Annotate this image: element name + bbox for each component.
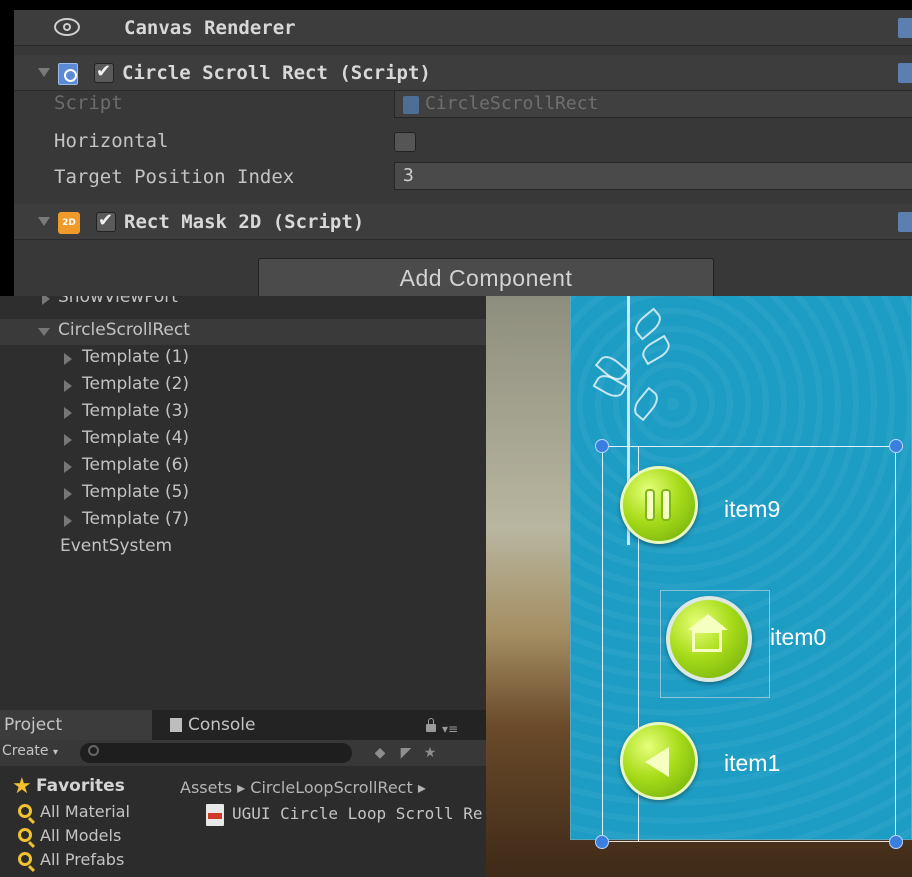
- rect-handle-top-right[interactable]: [889, 439, 903, 453]
- console-icon: [170, 718, 182, 732]
- canvas-renderer-header[interactable]: Canvas Renderer: [14, 10, 912, 46]
- leaf-decoration: [629, 386, 663, 422]
- tab-project[interactable]: Project: [0, 710, 152, 740]
- expand-arrow-icon[interactable]: [64, 488, 72, 500]
- help-icon[interactable]: [898, 63, 912, 83]
- favorites-tree: ★ Favorites All Material All Models All …: [0, 766, 170, 877]
- collapse-arrow-icon[interactable]: [38, 328, 50, 336]
- favorite-item-all-prefabs[interactable]: All Prefabs: [0, 850, 170, 872]
- filter-by-type-icon[interactable]: ◆: [372, 745, 388, 761]
- target-position-index-field[interactable]: 3: [394, 162, 912, 190]
- favorite-item-all-models[interactable]: All Models: [0, 826, 170, 848]
- hierarchy-item-eventsystem[interactable]: EventSystem: [0, 535, 486, 561]
- breadcrumb[interactable]: Assets ▸ CircleLoopScrollRect ▸: [180, 778, 426, 797]
- expand-arrow-icon[interactable]: [64, 407, 72, 419]
- search-input[interactable]: [80, 743, 352, 763]
- expand-arrow-icon[interactable]: [64, 461, 72, 473]
- expand-arrow-icon[interactable]: [64, 380, 72, 392]
- hierarchy-item[interactable]: Template (7): [0, 508, 486, 534]
- hierarchy-item[interactable]: Template (6): [0, 454, 486, 480]
- circle-scroll-rect-title: Circle Scroll Rect (Script): [122, 62, 431, 84]
- foldout-arrow-icon[interactable]: [38, 68, 50, 77]
- script-label: Script: [54, 92, 123, 114]
- hierarchy-item[interactable]: ShowViewPort: [0, 296, 486, 312]
- foldout-arrow-icon[interactable]: [38, 217, 50, 226]
- rect-mask-enabled-checkbox[interactable]: [96, 210, 116, 232]
- rect-handle-bottom-left[interactable]: [595, 835, 609, 849]
- script-field: CircleScrollRect: [394, 90, 912, 118]
- circle-scroll-rect-header[interactable]: Circle Scroll Rect (Script): [14, 55, 912, 91]
- script-file-icon: [403, 96, 419, 114]
- csharp-script-icon: [58, 63, 78, 85]
- project-tabs: Project Console ▾≡: [0, 710, 486, 740]
- help-icon[interactable]: [898, 18, 912, 38]
- script-value: CircleScrollRect: [425, 93, 599, 114]
- hierarchy-panel: ShowViewPort CircleScrollRect Template (…: [0, 296, 486, 710]
- filter-by-label-icon[interactable]: ◤: [398, 745, 414, 761]
- rect-handle-top-left[interactable]: [595, 439, 609, 453]
- lock-icon[interactable]: [426, 718, 436, 732]
- horizontal-label: Horizontal: [54, 130, 169, 152]
- inspector-panel: Canvas Renderer Circle Scroll Rect (Scri…: [14, 10, 912, 298]
- hierarchy-item[interactable]: Template (2): [0, 373, 486, 399]
- add-component-button[interactable]: Add Component: [258, 258, 714, 298]
- search-filter-icon: [18, 828, 32, 842]
- favorite-item-all-material[interactable]: All Material: [0, 802, 170, 824]
- item9-button[interactable]: [620, 466, 698, 544]
- expand-arrow-icon[interactable]: [42, 296, 50, 305]
- search-icon: [88, 745, 99, 756]
- project-panel: Project Console ▾≡ Create ▾ ◆ ◤ ★ ★ Favo…: [0, 710, 486, 877]
- help-icon[interactable]: [898, 212, 912, 232]
- search-filter-icon: [18, 804, 32, 818]
- rect-mask-header[interactable]: 2D Rect Mask 2D (Script): [14, 204, 912, 240]
- scene-view[interactable]: item9 item0 item1: [486, 296, 912, 877]
- circle-scroll-rect-enabled-checkbox[interactable]: [94, 61, 114, 83]
- tab-console[interactable]: Console: [154, 710, 314, 740]
- hierarchy-item[interactable]: Template (3): [0, 400, 486, 426]
- search-filter-icon: [18, 852, 32, 866]
- item9-label: item9: [724, 496, 781, 522]
- horizontal-checkbox[interactable]: [394, 132, 416, 152]
- hierarchy-item[interactable]: Template (4): [0, 427, 486, 453]
- favorites-title[interactable]: Favorites: [36, 776, 125, 796]
- canvas-renderer-title: Canvas Renderer: [124, 17, 296, 39]
- pdf-file-icon: [206, 804, 224, 826]
- rect-handle-bottom-right[interactable]: [889, 835, 903, 849]
- expand-arrow-icon[interactable]: [64, 353, 72, 365]
- chevron-down-icon: ▾: [52, 747, 59, 758]
- item1-button[interactable]: [620, 722, 698, 800]
- item1-label: item1: [724, 750, 781, 776]
- hierarchy-item-circlescrollrect[interactable]: CircleScrollRect: [0, 319, 486, 345]
- rect-mask-2d-icon: 2D: [58, 212, 80, 234]
- create-dropdown[interactable]: Create ▾: [2, 743, 58, 759]
- target-position-index-value: 3: [403, 165, 414, 186]
- favorites-star-icon: ★: [12, 774, 32, 799]
- rect-mask-title: Rect Mask 2D (Script): [124, 211, 365, 233]
- expand-arrow-icon[interactable]: [64, 515, 72, 527]
- item0-label: item0: [770, 624, 827, 650]
- favorite-star-icon[interactable]: ★: [422, 745, 438, 761]
- leaf-decoration: [630, 307, 666, 341]
- item0-button[interactable]: [666, 596, 752, 682]
- panel-menu-icon[interactable]: ▾≡: [442, 722, 458, 736]
- hierarchy-item[interactable]: Template (5): [0, 481, 486, 507]
- expand-arrow-icon[interactable]: [64, 434, 72, 446]
- project-toolbar: Create ▾ ◆ ◤ ★: [0, 740, 486, 766]
- hierarchy-item[interactable]: Template (1): [0, 346, 486, 372]
- target-position-index-label: Target Position Index: [54, 166, 295, 188]
- eye-icon[interactable]: [54, 18, 80, 36]
